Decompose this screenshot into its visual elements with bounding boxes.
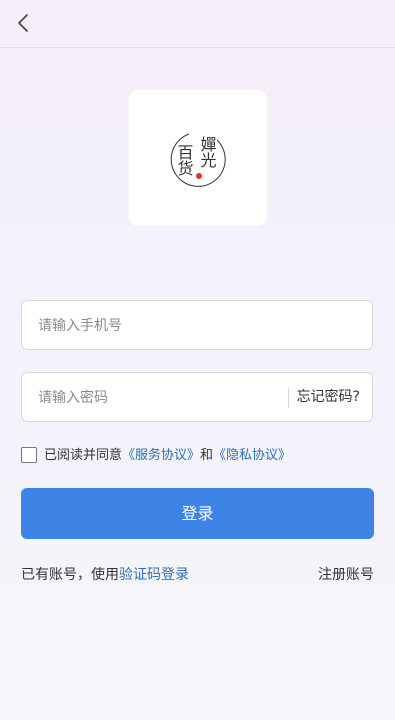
logo-text-top: 嬋光 bbox=[198, 136, 217, 169]
app-logo: 嬋光 百货 bbox=[129, 90, 267, 226]
sms-login-link[interactable]: 验证码登录 bbox=[119, 567, 189, 583]
logo-red-dot bbox=[196, 173, 202, 179]
register-link[interactable]: 注册账号 bbox=[318, 564, 374, 586]
top-bar bbox=[0, 0, 395, 48]
agreement-prefix: 已阅读并同意 bbox=[44, 448, 123, 463]
alt-login-row: 已有账号，使用验证码登录 bbox=[21, 564, 189, 586]
agreement-conjunction: 和 bbox=[200, 448, 214, 463]
has-account-text: 已有账号，使用 bbox=[21, 567, 119, 583]
agreement-checkbox[interactable] bbox=[21, 447, 37, 463]
phone-field[interactable] bbox=[21, 300, 373, 351]
password-field[interactable]: 忘记密码? bbox=[21, 372, 373, 423]
forgot-password-link[interactable]: 忘记密码? bbox=[297, 373, 360, 421]
login-button[interactable]: 登录 bbox=[21, 488, 374, 539]
back-button[interactable] bbox=[10, 8, 38, 38]
privacy-agreement-link[interactable]: 《隐私协议》 bbox=[213, 448, 291, 463]
phone-input[interactable] bbox=[36, 301, 290, 351]
agreement-text: 已阅读并同意《服务协议》和《隐私协议》 bbox=[44, 446, 291, 466]
logo-text-bottom: 百货 bbox=[175, 144, 194, 176]
field-divider bbox=[288, 388, 289, 408]
chevron-left-icon bbox=[18, 14, 28, 32]
service-agreement-link[interactable]: 《服务协议》 bbox=[122, 448, 200, 463]
password-input[interactable] bbox=[36, 373, 290, 423]
